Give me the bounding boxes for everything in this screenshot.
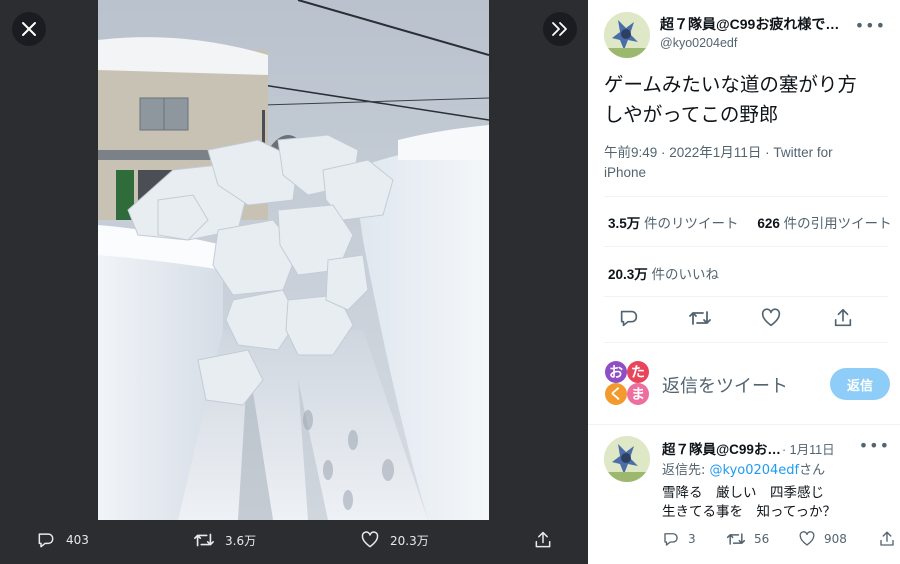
viewer-like-action[interactable]: 20.3万	[360, 530, 429, 550]
otakuma-logo-icon: お た く ま	[605, 361, 649, 405]
more-options-icon[interactable]: •••	[859, 436, 890, 455]
heart-icon	[799, 531, 815, 546]
divider	[604, 246, 888, 247]
logo-char-4: ま	[631, 387, 645, 403]
tweet-text-line-1: ゲームみたいな道の塞がり方	[604, 73, 857, 96]
logo-char-1: お	[609, 365, 623, 381]
likes-label: 件のいいね	[651, 267, 720, 282]
reply-to-mention[interactable]: @kyo0204edf	[710, 463, 800, 478]
reply-icon	[664, 533, 678, 546]
snow-photo-image	[98, 0, 489, 520]
share-icon	[535, 531, 551, 548]
tweet-source-line-2[interactable]: iPhone	[604, 165, 646, 180]
reply-author-name[interactable]: 超７隊員@C99お…	[662, 438, 781, 458]
media-viewer: 403 3.6万 20.3万	[0, 0, 588, 564]
tweet-photo[interactable]	[98, 0, 489, 520]
retweet-stats[interactable]: 3.5万 件のリツイート 626 件の引用ツイート	[608, 212, 892, 232]
retweets-count: 3.5万	[608, 216, 641, 231]
logo-char-2: た	[631, 365, 645, 381]
retweet-icon	[194, 533, 214, 547]
close-icon	[22, 22, 36, 36]
double-chevron-right-icon	[552, 22, 567, 36]
quotes-label: 件の引用ツイート	[783, 216, 892, 231]
avatar[interactable]	[604, 12, 650, 58]
retweet-icon	[689, 311, 711, 325]
reply-date[interactable]: · 1月11日	[782, 439, 835, 458]
reply-reply-action[interactable]: 3	[662, 530, 696, 548]
tweet-source[interactable]: Twitter for	[773, 145, 832, 160]
retweets-label: 件のリツイート	[644, 216, 739, 231]
share-icon	[834, 308, 852, 327]
reply-to: 返信先: @kyo0204edfさん	[662, 459, 825, 478]
site-logo: お た く ま	[604, 360, 650, 406]
retweet-icon	[726, 533, 746, 545]
tweet-text-line-2: しやがってこの野郎	[604, 103, 779, 126]
reply-like-count: 908	[824, 532, 847, 546]
reply-composer: お た く ま 返信をツイート 返信	[604, 356, 894, 412]
logo-char-3: く	[609, 387, 623, 403]
reply-reply-count: 3	[688, 532, 696, 546]
tweet-actions	[604, 303, 888, 337]
more-options-icon[interactable]: •••	[855, 16, 886, 35]
viewer-reply-action[interactable]: 403	[36, 530, 89, 550]
tweet-text: ゲームみたいな道の塞がり方 しやがってこの野郎	[604, 70, 894, 130]
reply-to-prefix: 返信先:	[662, 463, 710, 478]
avatar-image	[604, 436, 650, 482]
reply-to-suffix: さん	[799, 463, 826, 478]
author-handle[interactable]: @kyo0204edf	[660, 36, 737, 50]
quotes-count: 626	[757, 216, 780, 231]
like-button[interactable]	[760, 307, 782, 333]
reply-submit-button[interactable]: 返信	[830, 368, 890, 400]
viewer-share-action[interactable]	[533, 530, 553, 550]
viewer-like-count: 20.3万	[390, 533, 429, 548]
reply-tweet[interactable]: 超７隊員@C99お… · 1月11日 ••• 返信先: @kyo0204edfさ…	[604, 436, 894, 556]
reply-like-action[interactable]: 908	[798, 530, 847, 548]
likes-count: 20.3万	[608, 267, 648, 282]
toggle-sidebar-button[interactable]	[543, 12, 577, 46]
divider	[604, 342, 888, 343]
viewer-action-bar: 403 3.6万 20.3万	[0, 520, 588, 564]
reply-button[interactable]	[618, 307, 640, 333]
divider	[604, 196, 888, 197]
tweet-header: 超７隊員@C99お疲れ様で… @kyo0204edf •••	[602, 12, 892, 60]
reply-retweet-action[interactable]: 56	[726, 530, 769, 548]
viewer-retweet-count: 3.6万	[225, 533, 257, 548]
viewer-reply-count: 403	[66, 533, 89, 547]
reply-input[interactable]: 返信をツイート	[662, 372, 788, 398]
author-name[interactable]: 超７隊員@C99お疲れ様で…	[660, 14, 839, 34]
reply-actions: 3 56 908	[662, 530, 894, 550]
reply-text-line-2: 生きてる事を 知ってっか？	[662, 504, 837, 520]
tweet-detail-sidebar: 超７隊員@C99お疲れ様で… @kyo0204edf ••• ゲームみたいな道の…	[588, 0, 900, 564]
tweet-timestamp[interactable]: 午前9:49 · 2022年1月11日 ·	[604, 145, 773, 160]
divider	[604, 296, 888, 297]
reply-icon	[620, 310, 638, 327]
heart-icon	[761, 308, 781, 327]
close-button[interactable]	[12, 12, 46, 46]
tweet-meta: 午前9:49 · 2022年1月11日 · Twitter for iPhone	[604, 143, 864, 183]
retweet-button[interactable]	[688, 307, 712, 333]
heart-icon	[361, 531, 379, 548]
avatar[interactable]	[604, 436, 650, 482]
share-icon	[880, 531, 894, 546]
reply-icon	[38, 533, 54, 548]
reply-text-line-1: 雪降る 厳しい 四季感じ	[662, 485, 824, 501]
share-button[interactable]	[832, 307, 854, 333]
avatar-image	[604, 12, 650, 58]
like-stats[interactable]: 20.3万 件のいいね	[608, 263, 719, 283]
divider	[588, 424, 900, 425]
viewer-retweet-action[interactable]: 3.6万	[193, 530, 256, 550]
reply-retweet-count: 56	[754, 532, 770, 546]
reply-share-action[interactable]	[878, 530, 896, 548]
